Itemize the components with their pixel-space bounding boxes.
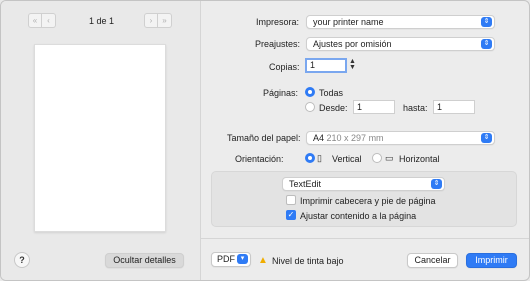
landscape-icon: ▭	[385, 153, 394, 163]
previous-page-icon[interactable]: ‹	[42, 13, 56, 28]
pages-from-label: Desde:	[319, 103, 348, 113]
paper-size-value: A4	[313, 133, 325, 143]
copies-field[interactable]: 1	[305, 58, 347, 73]
print-header-footer-label: Imprimir cabecera y pie de página	[300, 196, 436, 206]
print-button[interactable]: Imprimir	[466, 253, 517, 268]
presets-select[interactable]: Ajustes por omisión ⇕	[306, 37, 495, 51]
printer-value: your printer name	[313, 17, 384, 27]
warning-icon: ▲	[258, 255, 268, 266]
pages-range-radio[interactable]	[305, 102, 315, 112]
copies-label: Copias:	[269, 62, 300, 72]
page-preview	[34, 44, 166, 232]
app-options-select[interactable]: TextEdit ⇕	[282, 177, 445, 191]
help-button[interactable]: ?	[14, 252, 30, 268]
pages-to-field[interactable]: 1	[433, 100, 475, 114]
pages-label: Páginas:	[263, 88, 299, 98]
orientation-vertical-radio[interactable]	[305, 153, 315, 163]
preview-pane: « ‹ 1 de 1 › » ? Ocultar detalles	[1, 1, 201, 280]
last-page-icon[interactable]: »	[158, 13, 172, 28]
select-chevron-icon: ⇕	[481, 133, 492, 143]
chevron-down-icon: ▾	[237, 254, 248, 264]
preview-back-nav: « ‹	[28, 13, 56, 29]
select-chevron-icon: ⇕	[481, 39, 492, 49]
pdf-label: PDF	[217, 254, 235, 264]
fit-content-label: Ajustar contenido a la página	[300, 211, 417, 221]
orientation-vertical-label: Vertical	[332, 154, 362, 164]
pages-all-radio[interactable]	[305, 87, 315, 97]
orientation-horizontal-label: Horizontal	[399, 154, 440, 164]
pdf-menu-button[interactable]: PDF ▾	[211, 252, 251, 267]
pages-from-field[interactable]: 1	[353, 100, 395, 114]
print-header-footer-checkbox[interactable]	[286, 195, 296, 205]
page-indicator: 1 de 1	[89, 16, 115, 26]
hide-details-button[interactable]: Ocultar detalles	[105, 253, 184, 268]
select-chevron-icon: ⇕	[481, 17, 492, 27]
paper-size-label: Tamaño del papel:	[227, 133, 301, 143]
presets-value: Ajustes por omisión	[313, 39, 392, 49]
presets-label: Preajustes:	[255, 39, 301, 49]
printer-select[interactable]: your printer name ⇕	[306, 15, 495, 29]
portrait-icon: ▯	[317, 153, 322, 163]
select-chevron-icon: ⇕	[431, 179, 442, 189]
first-page-icon[interactable]: «	[28, 13, 42, 28]
pages-to-label: hasta:	[403, 103, 428, 113]
paper-size-select[interactable]: A4 210 x 297 mm ⇕	[306, 131, 495, 145]
preview-forward-nav: › »	[144, 13, 172, 29]
pages-all-label: Todas	[319, 88, 344, 98]
printer-label: Impresora:	[256, 17, 300, 27]
footer-divider	[201, 238, 529, 239]
copies-stepper-icon[interactable]: ▲ ▼	[349, 58, 356, 71]
fit-content-checkbox[interactable]: ✓	[286, 210, 296, 220]
orientation-horizontal-radio[interactable]	[372, 153, 382, 163]
ink-warning-label: Nivel de tinta bajo	[272, 256, 344, 266]
paper-size-dims: 210 x 297 mm	[326, 133, 384, 143]
orientation-label: Orientación:	[235, 154, 284, 164]
cancel-button[interactable]: Cancelar	[407, 253, 458, 268]
print-dialog: « ‹ 1 de 1 › » ? Ocultar detalles Impres…	[0, 0, 530, 281]
next-page-icon[interactable]: ›	[144, 13, 158, 28]
app-options-value: TextEdit	[289, 179, 322, 189]
